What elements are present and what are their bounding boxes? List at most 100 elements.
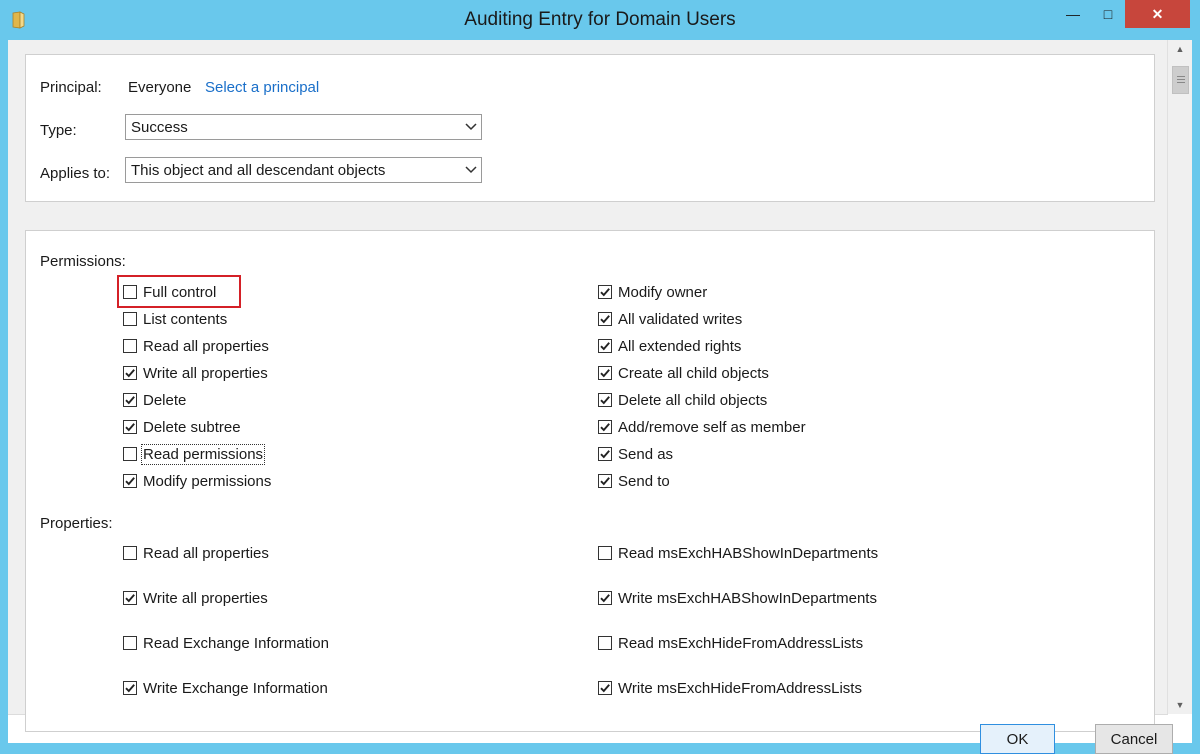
checkbox-label: Add/remove self as member: [618, 418, 806, 436]
property-checkbox-read-msexchhabshowindepartments[interactable]: Read msExchHABShowInDepartments: [598, 543, 878, 563]
chevron-down-icon: [465, 166, 477, 174]
scrollbar-thumb[interactable]: [1172, 66, 1189, 94]
permission-checkbox-create-all-child-objects[interactable]: Create all child objects: [598, 363, 769, 383]
checkbox-checked-icon[interactable]: [123, 681, 137, 695]
checkbox-unchecked-icon[interactable]: [123, 546, 137, 560]
applies-to-select-value: This object and all descendant objects: [131, 162, 386, 179]
principal-panel: Principal: Everyone Select a principal T…: [25, 54, 1155, 202]
checkbox-checked-icon[interactable]: [598, 366, 612, 380]
permission-checkbox-full-control[interactable]: Full control: [123, 282, 216, 302]
property-checkbox-read-exchange-information[interactable]: Read Exchange Information: [123, 633, 329, 653]
checkbox-label: Write msExchHideFromAddressLists: [618, 679, 862, 697]
checkbox-label: Modify owner: [618, 283, 708, 301]
minimize-button[interactable]: —: [1055, 0, 1091, 28]
checkbox-checked-icon[interactable]: [598, 591, 612, 605]
applies-to-select[interactable]: This object and all descendant objects: [125, 157, 482, 183]
close-button[interactable]: ✕: [1125, 0, 1190, 28]
permission-checkbox-modify-owner[interactable]: Modify owner: [598, 282, 707, 302]
checkbox-checked-icon[interactable]: [123, 366, 137, 380]
property-checkbox-write-msexchhabshowindepartments[interactable]: Write msExchHABShowInDepartments: [598, 588, 877, 608]
checkbox-unchecked-icon[interactable]: [123, 339, 137, 353]
checkbox-checked-icon[interactable]: [123, 474, 137, 488]
dialog-client-area: Principal: Everyone Select a principal T…: [8, 40, 1192, 754]
checkbox-label: Delete subtree: [143, 418, 241, 436]
checkbox-label: Read all properties: [143, 337, 269, 355]
checkbox-unchecked-icon[interactable]: [598, 546, 612, 560]
checkbox-label: Read all properties: [143, 544, 269, 562]
checkbox-unchecked-icon[interactable]: [123, 312, 137, 326]
scroll-up-icon[interactable]: ▲: [1168, 40, 1192, 58]
checkbox-label: Delete all child objects: [618, 391, 768, 409]
checkbox-unchecked-icon[interactable]: [123, 285, 137, 299]
permission-checkbox-send-as[interactable]: Send as: [598, 444, 673, 464]
window-title: Auditing Entry for Domain Users: [464, 9, 736, 30]
checkbox-label: Read permissions: [140, 443, 266, 465]
checkbox-label: List contents: [143, 310, 228, 328]
permission-checkbox-modify-permissions[interactable]: Modify permissions: [123, 471, 271, 491]
checkbox-label: Full control: [143, 283, 217, 301]
permission-checkbox-all-extended-rights[interactable]: All extended rights: [598, 336, 741, 356]
checkbox-unchecked-icon[interactable]: [598, 636, 612, 650]
permission-checkbox-add-remove-self-as-member[interactable]: Add/remove self as member: [598, 417, 806, 437]
checkbox-label: Modify permissions: [143, 472, 272, 490]
type-select-value: Success: [131, 119, 188, 136]
select-principal-link[interactable]: Select a principal: [205, 79, 319, 96]
checkbox-checked-icon[interactable]: [598, 312, 612, 326]
checkbox-label: All validated writes: [618, 310, 743, 328]
permission-checkbox-delete-all-child-objects[interactable]: Delete all child objects: [598, 390, 767, 410]
checkbox-label: Write msExchHABShowInDepartments: [618, 589, 877, 607]
permission-checkbox-send-to[interactable]: Send to: [598, 471, 670, 491]
properties-heading: Properties:: [40, 515, 113, 532]
checkbox-checked-icon[interactable]: [598, 474, 612, 488]
checkbox-label: Write Exchange Information: [143, 679, 328, 697]
property-checkbox-read-all-properties[interactable]: Read all properties: [123, 543, 269, 563]
checkbox-checked-icon[interactable]: [123, 420, 137, 434]
applies-to-label: Applies to:: [40, 165, 111, 182]
permission-checkbox-delete-subtree[interactable]: Delete subtree: [123, 417, 241, 437]
type-select[interactable]: Success: [125, 114, 482, 140]
principal-label: Principal:: [40, 79, 102, 96]
checkbox-label: Read Exchange Information: [143, 634, 329, 652]
cancel-button[interactable]: Cancel: [1095, 724, 1173, 754]
property-checkbox-write-exchange-information[interactable]: Write Exchange Information: [123, 678, 328, 698]
permission-checkbox-write-all-properties[interactable]: Write all properties: [123, 363, 268, 383]
checkbox-label: Send to: [618, 472, 670, 490]
chevron-down-icon: [465, 123, 477, 131]
vertical-scrollbar[interactable]: ▲ ▼: [1167, 40, 1192, 714]
checkbox-label: Write all properties: [143, 589, 268, 607]
checkbox-checked-icon[interactable]: [598, 393, 612, 407]
permission-checkbox-delete[interactable]: Delete: [123, 390, 186, 410]
checkbox-label: Delete: [143, 391, 187, 409]
type-label: Type:: [40, 122, 77, 139]
property-checkbox-write-all-properties[interactable]: Write all properties: [123, 588, 268, 608]
permission-checkbox-all-validated-writes[interactable]: All validated writes: [598, 309, 742, 329]
checkbox-checked-icon[interactable]: [598, 339, 612, 353]
checkbox-label: Write all properties: [143, 364, 268, 382]
checkbox-unchecked-icon[interactable]: [123, 636, 137, 650]
checkbox-label: Create all child objects: [618, 364, 769, 382]
checkbox-label: All extended rights: [618, 337, 742, 355]
ok-button[interactable]: OK: [980, 724, 1055, 754]
permissions-panel: Permissions: Full control List contents Re…: [25, 230, 1155, 732]
checkbox-checked-icon[interactable]: [598, 285, 612, 299]
checkbox-checked-icon[interactable]: [598, 420, 612, 434]
permission-checkbox-read-permissions[interactable]: Read permissions: [123, 443, 266, 465]
permissions-heading: Permissions:: [40, 253, 126, 270]
checkbox-checked-icon[interactable]: [123, 591, 137, 605]
checkbox-label: Send as: [618, 445, 674, 463]
checkbox-label: Read msExchHABShowInDepartments: [618, 544, 879, 562]
permission-checkbox-list-contents[interactable]: List contents: [123, 309, 227, 329]
checkbox-checked-icon[interactable]: [598, 447, 612, 461]
title-bar[interactable]: Auditing Entry for Domain Users — □ ✕: [0, 0, 1200, 40]
maximize-button[interactable]: □: [1091, 0, 1125, 28]
scroll-down-icon[interactable]: ▼: [1168, 696, 1192, 714]
permission-checkbox-read-all-properties[interactable]: Read all properties: [123, 336, 269, 356]
checkbox-unchecked-icon[interactable]: [123, 447, 137, 461]
property-checkbox-read-msexchhidefromaddresslists[interactable]: Read msExchHideFromAddressLists: [598, 633, 863, 653]
principal-value: Everyone: [128, 79, 192, 96]
property-checkbox-write-msexchhidefromaddresslists[interactable]: Write msExchHideFromAddressLists: [598, 678, 862, 698]
scroll-content: Principal: Everyone Select a principal T…: [8, 40, 1168, 732]
checkbox-label: Read msExchHideFromAddressLists: [618, 634, 864, 652]
checkbox-checked-icon[interactable]: [123, 393, 137, 407]
checkbox-checked-icon[interactable]: [598, 681, 612, 695]
